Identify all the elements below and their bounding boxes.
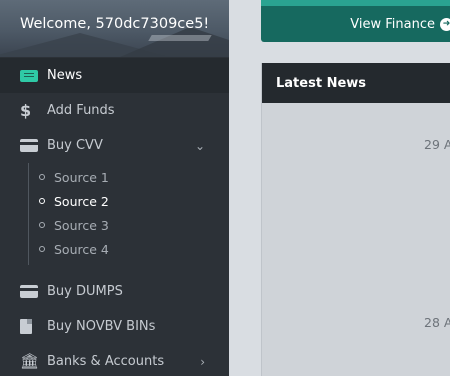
file-icon [20, 319, 40, 334]
circle-icon [39, 246, 45, 252]
sidebar-item-label: Banks & Accounts [47, 354, 165, 369]
sidebar-item-add-funds[interactable]: $ Add Funds [0, 93, 229, 128]
sidebar-item-buy-cvv[interactable]: Buy CVV ⌄ [0, 128, 229, 163]
sidebar-item-banks-accounts[interactable]: 🏛︎ Banks & Accounts › [0, 344, 229, 376]
submenu-item-source-3[interactable]: Source 3 [29, 213, 229, 237]
credit-card-icon [20, 285, 40, 299]
dollar-icon: $ [20, 100, 32, 120]
submenu-item-source-1[interactable]: Source 1 [29, 165, 229, 189]
view-finance-button[interactable]: View Finance ➜ [261, 0, 450, 42]
sidebar-item-buy-novbv-bins[interactable]: Buy NOVBV BINs [0, 309, 229, 344]
submenu-item-label: Source 4 [54, 241, 109, 257]
bank-icon: 🏛︎ [20, 352, 40, 370]
submenu-item-source-4[interactable]: Source 4 [29, 237, 229, 261]
sidebar-item-label: Add Funds [47, 103, 115, 118]
chevron-down-icon: ⌄ [194, 139, 205, 153]
sidebar-item-news[interactable]: News [0, 58, 229, 93]
main-content: View Finance ➜ Latest News 29 A 28 A [229, 0, 450, 376]
submenu-item-source-2[interactable]: Source 2 [29, 189, 229, 213]
submenu-item-label: Source 2 [54, 193, 109, 209]
sidebar-item-buy-dumps[interactable]: Buy DUMPS [0, 274, 229, 309]
credit-card-icon [20, 139, 40, 153]
newspaper-icon [20, 69, 40, 83]
mountain-decoration [148, 35, 212, 41]
view-finance-label: View Finance [350, 16, 435, 32]
latest-news-panel: Latest News 29 A 28 A [261, 63, 450, 376]
news-date: 29 A [424, 137, 450, 152]
sidebar-item-label: Buy NOVBV BINs [47, 319, 156, 334]
welcome-text: Welcome, 570dc7309ce5! [20, 16, 210, 32]
cvv-submenu: Source 1 Source 2 Source 3 Source 4 [28, 163, 229, 265]
sidebar: Welcome, 570dc7309ce5! News $ Add Funds … [0, 0, 229, 376]
arrow-right-circle-icon: ➜ [440, 17, 450, 31]
news-date: 28 A [424, 315, 450, 330]
panel-title: Latest News [262, 63, 450, 103]
circle-icon [39, 198, 45, 204]
sidebar-item-label: Buy DUMPS [47, 284, 123, 299]
sidebar-item-label: Buy CVV [47, 138, 103, 153]
circle-icon [39, 222, 45, 228]
submenu-item-label: Source 1 [54, 169, 109, 185]
welcome-banner: Welcome, 570dc7309ce5! [0, 0, 229, 57]
chevron-right-icon: › [200, 355, 205, 369]
sidebar-item-label: News [47, 68, 83, 83]
circle-icon [39, 174, 45, 180]
submenu-item-label: Source 3 [54, 217, 109, 233]
